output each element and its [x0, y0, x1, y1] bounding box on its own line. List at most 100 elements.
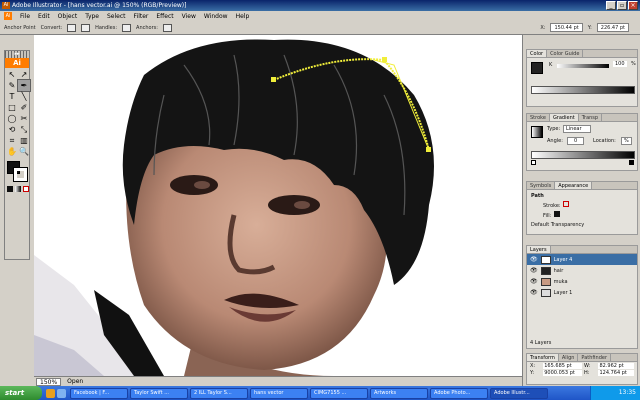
minimize-button[interactable]: _	[606, 1, 616, 10]
scale-tool-icon[interactable]: ⤡	[18, 124, 30, 135]
color-fill-swatch[interactable]	[531, 62, 543, 74]
menu-view[interactable]: View	[182, 13, 196, 20]
stroke-swatch[interactable]	[13, 167, 28, 182]
close-button[interactable]: ×	[628, 1, 638, 10]
tab-gradient[interactable]: Gradient	[549, 114, 579, 121]
tab-color-guide[interactable]: Color Guide	[547, 50, 584, 57]
taskbar-button[interactable]: Facebook | F...	[70, 387, 128, 399]
layer-row[interactable]: 👁 muka	[527, 276, 637, 287]
color-mode-buttons	[5, 186, 29, 192]
tab-pathfinder[interactable]: Pathfinder	[578, 354, 612, 361]
type-tool-icon[interactable]: T	[6, 91, 18, 102]
menu-filter[interactable]: Filter	[134, 13, 149, 20]
start-button[interactable]: start	[0, 386, 42, 400]
tab-stroke[interactable]: Stroke	[527, 114, 550, 121]
browser-icon[interactable]	[46, 388, 55, 398]
y-field[interactable]: 226.47 pt	[596, 23, 629, 32]
taskbar-button[interactable]: Artworks	[370, 387, 428, 399]
magic-wand-tool-icon[interactable]: ✎	[6, 80, 18, 91]
selection-tool-icon[interactable]: ↖	[6, 69, 18, 80]
gradient-type-select[interactable]: Linear	[563, 125, 591, 133]
location-field[interactable]: %	[621, 137, 632, 145]
menu-edit[interactable]: Edit	[38, 13, 50, 20]
mesh-tool-icon[interactable]: ⌗	[6, 135, 18, 146]
appearance-stroke-label: Stroke:	[543, 203, 561, 209]
tab-appearance[interactable]: Appearance	[555, 182, 593, 189]
tab-symbols[interactable]: Symbols	[527, 182, 556, 189]
menu-window[interactable]: Window	[204, 13, 228, 20]
menu-file[interactable]: File	[20, 13, 30, 20]
gradient-mode-icon[interactable]	[15, 186, 21, 192]
menu-select[interactable]: Select	[107, 13, 126, 20]
zoom-field[interactable]: 150%	[36, 377, 62, 386]
taskbar-button[interactable]: hans vector	[250, 387, 308, 399]
visibility-eye-icon[interactable]: 👁	[530, 278, 538, 285]
color-mode-icon[interactable]	[7, 186, 13, 192]
direct-selection-tool-icon[interactable]: ↗	[18, 69, 30, 80]
maximize-button[interactable]: ▫	[617, 1, 627, 10]
angle-field[interactable]: 0	[567, 137, 585, 145]
visibility-eye-icon[interactable]: 👁	[530, 267, 538, 274]
tab-transparency[interactable]: Transp	[579, 114, 603, 121]
line-tool-icon[interactable]: ╲	[18, 91, 30, 102]
transform-x-field[interactable]: 165.685 pt	[543, 363, 582, 369]
menu-help[interactable]: Help	[236, 13, 250, 20]
y-label: Y:	[587, 24, 592, 31]
pen-tool-icon[interactable]: ✒	[17, 79, 31, 92]
x-field[interactable]: 150.44 pt	[550, 23, 583, 32]
tab-transform[interactable]: Transform	[527, 354, 559, 361]
artboard-canvas[interactable]	[34, 35, 522, 376]
tools-panel-grip[interactable]: ▸▸	[5, 51, 29, 58]
rectangle-tool-icon[interactable]: □	[6, 102, 18, 113]
transform-h-field[interactable]: 124.764 pt	[598, 370, 634, 376]
hand-tool-icon[interactable]: ✋	[6, 146, 18, 157]
convert-corner-icon[interactable]	[67, 23, 77, 32]
taskbar-button[interactable]: Adobe Photo...	[430, 387, 488, 399]
zoom-tool-icon[interactable]: 🔍	[18, 146, 30, 157]
color-panel: Color Color Guide K 100 %	[526, 49, 638, 107]
taskbar-button[interactable]: Adobe Illustr...	[490, 387, 548, 399]
appearance-panel: Symbols Appearance Path Stroke: Fill: De…	[526, 181, 638, 235]
layer-row[interactable]: 👁 Layer 4	[527, 254, 637, 265]
x-label: X:	[540, 24, 546, 31]
convert-smooth-icon[interactable]	[81, 23, 91, 32]
gradient-tool-icon[interactable]: ▥	[18, 135, 30, 146]
tab-color[interactable]: Color	[527, 50, 548, 57]
taskbar-button[interactable]: CIMG7155 ...	[310, 387, 368, 399]
layers-panel-tabs: Layers	[527, 246, 637, 254]
k-slider[interactable]	[557, 64, 609, 68]
color-spectrum-bar[interactable]	[531, 86, 635, 94]
desktop-icon[interactable]	[57, 388, 66, 398]
visibility-eye-icon[interactable]: 👁	[530, 289, 538, 296]
none-mode-icon[interactable]	[23, 186, 29, 192]
gradient-panel: Stroke Gradient Transp Type: Linear Angl…	[526, 113, 638, 171]
layers-count: 4 Layers	[530, 340, 552, 346]
layer-row[interactable]: 👁 Layer 1	[527, 287, 637, 298]
show-handles-icon[interactable]	[122, 23, 132, 32]
stroke-none-icon[interactable]	[562, 201, 569, 207]
rotate-tool-icon[interactable]: ⟲	[6, 124, 18, 135]
remove-anchor-icon[interactable]	[162, 23, 172, 32]
tab-align[interactable]: Align	[559, 354, 579, 361]
k-value[interactable]: 100	[613, 61, 627, 67]
ellipse-tool-icon[interactable]: ◯	[6, 113, 18, 124]
tab-layers[interactable]: Layers	[527, 246, 551, 253]
gradient-stop-start[interactable]	[531, 160, 536, 165]
pencil-tool-icon[interactable]: ✐	[18, 102, 30, 113]
menu-type[interactable]: Type	[85, 13, 99, 20]
taskbar-button[interactable]: Taylor Swift ...	[130, 387, 188, 399]
menu-effect[interactable]: Effect	[156, 13, 173, 20]
layer-row[interactable]: 👁 hair	[527, 265, 637, 276]
gradient-slider[interactable]	[531, 151, 635, 159]
taskbar-button[interactable]: 2 ILL Taylor S...	[190, 387, 248, 399]
fill-black-icon[interactable]	[553, 211, 560, 217]
gradient-stop-end[interactable]	[629, 160, 634, 165]
menu-object[interactable]: Object	[58, 13, 78, 20]
document-icon[interactable]: Ai	[4, 12, 12, 20]
transform-w-field[interactable]: 82.962 pt	[598, 363, 634, 369]
appearance-fill-label: Fill:	[543, 213, 552, 219]
visibility-eye-icon[interactable]: 👁	[530, 256, 538, 263]
right-eye-highlight	[294, 201, 310, 209]
transform-y-field[interactable]: 9000.053 pt	[543, 370, 582, 376]
scissors-tool-icon[interactable]: ✂	[18, 113, 30, 124]
